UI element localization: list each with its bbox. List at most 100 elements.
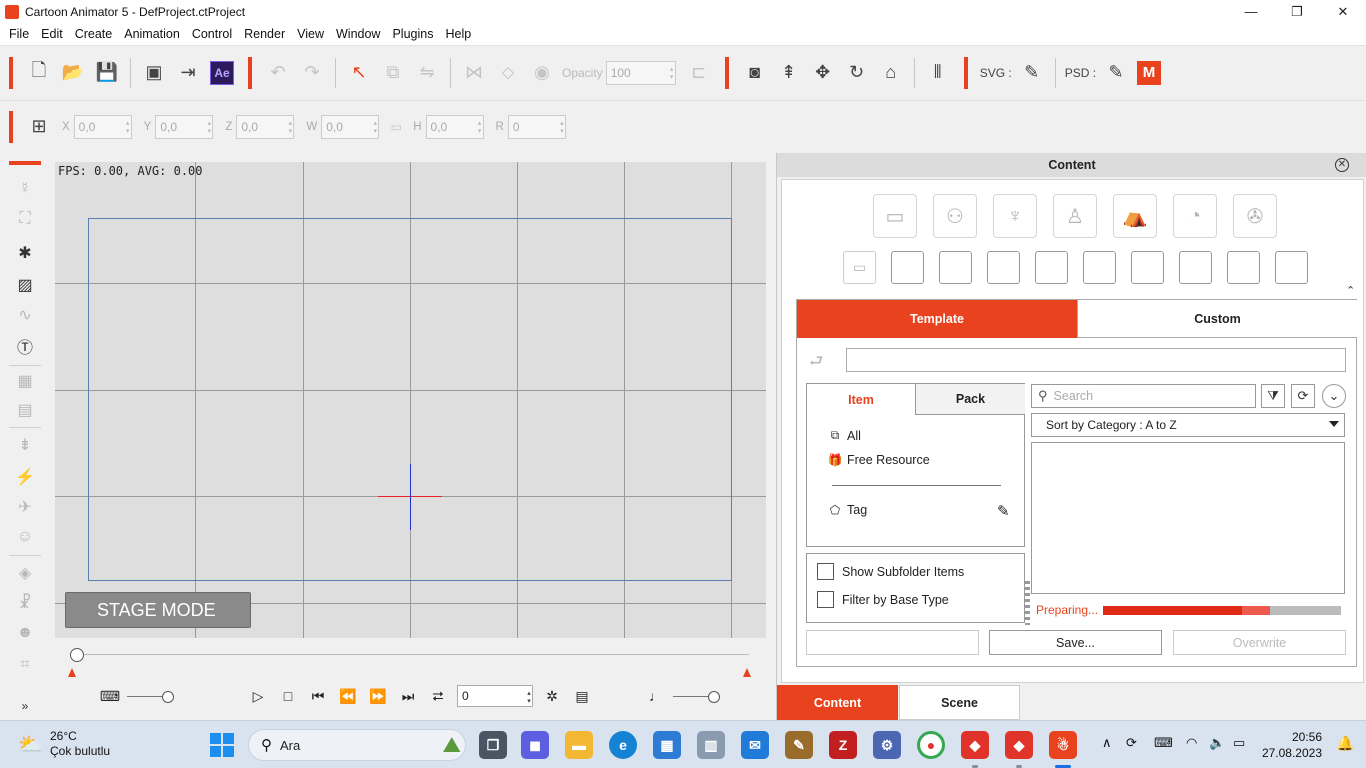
- filter-base-type-option[interactable]: Filter by Base Type: [817, 591, 949, 608]
- svg-edit-icon[interactable]: ✎: [1015, 56, 1049, 90]
- tree-item-free-resource[interactable]: 🎁 Free Resource: [827, 453, 930, 467]
- close-panel-icon[interactable]: ✕: [1335, 158, 1349, 172]
- menu-control[interactable]: Control: [186, 27, 238, 41]
- close-window-button[interactable]: ✕: [1320, 0, 1366, 23]
- subcategory-slot[interactable]: [891, 251, 924, 284]
- results-list[interactable]: [1031, 442, 1345, 594]
- copy-icon[interactable]: ⧉: [376, 56, 410, 90]
- w-input[interactable]: 0,0: [321, 114, 380, 139]
- play-icon[interactable]: ▷: [243, 684, 273, 708]
- h-input[interactable]: 0,0: [425, 114, 484, 139]
- sprite-grid-icon[interactable]: ▦: [12, 369, 38, 393]
- system-clock[interactable]: 20:56 27.08.2023: [1262, 729, 1322, 761]
- new-project-icon[interactable]: 🗋: [22, 56, 56, 90]
- panel-resize-handle[interactable]: [1025, 581, 1030, 625]
- subcategory-slot[interactable]: [1035, 251, 1068, 284]
- move-up-icon[interactable]: ⇞: [772, 56, 806, 90]
- psd-edit-icon[interactable]: ✎: [1099, 56, 1133, 90]
- save-project-icon[interactable]: 💾: [90, 56, 124, 90]
- after-effects-icon[interactable]: Ae: [210, 60, 234, 85]
- minimize-button[interactable]: —: [1228, 0, 1274, 23]
- calculator-icon[interactable]: ▥: [697, 731, 725, 759]
- composer-icon[interactable]: ⛶: [12, 207, 38, 231]
- tab-content[interactable]: Content: [777, 685, 898, 720]
- cartoon-animator-launcher-icon[interactable]: ◆: [961, 731, 989, 759]
- menu-edit[interactable]: Edit: [35, 27, 69, 41]
- tab-scene[interactable]: Scene: [899, 685, 1020, 720]
- actor-category-icon[interactable]: ⚇: [933, 194, 977, 238]
- empty-action-button[interactable]: [806, 630, 979, 655]
- bone-tool-icon[interactable]: ✱: [12, 241, 38, 265]
- weather-widget[interactable]: ⛅ 26°C Çok bulutlu: [18, 729, 110, 759]
- z-input[interactable]: 0,0: [236, 114, 295, 139]
- notification-bell-icon[interactable]: 🔔: [1337, 735, 1354, 752]
- caption-icon[interactable]: ⌨: [95, 684, 125, 708]
- mail-icon[interactable]: ✉: [741, 731, 769, 759]
- start-windows-icon[interactable]: [210, 733, 234, 757]
- next-frame-icon[interactable]: ⏩: [363, 684, 393, 708]
- menu-file[interactable]: File: [3, 27, 35, 41]
- animation-category-icon[interactable]: ♙: [1053, 194, 1097, 238]
- speed-slider[interactable]: [127, 690, 174, 703]
- refresh-icon[interactable]: ⟳: [1291, 384, 1315, 408]
- tab-custom[interactable]: Custom: [1077, 300, 1357, 338]
- open-project-icon[interactable]: 📂: [56, 56, 90, 90]
- overwrite-button[interactable]: Overwrite: [1173, 630, 1346, 655]
- settings-gear-icon[interactable]: ✲: [537, 684, 567, 708]
- chevron-down-icon[interactable]: ⌄: [1322, 384, 1346, 408]
- back-arrow-icon[interactable]: ⮐: [809, 350, 823, 377]
- stop-icon[interactable]: □: [273, 684, 303, 708]
- search-input[interactable]: ⚲ Search: [1031, 384, 1256, 408]
- library-path-field[interactable]: [846, 348, 1346, 372]
- show-subfolder-option[interactable]: Show Subfolder Items: [817, 563, 964, 580]
- crop-icon[interactable]: ⌗: [12, 653, 38, 677]
- menu-window[interactable]: Window: [330, 27, 386, 41]
- filter-base-type-checkbox[interactable]: [817, 591, 834, 608]
- link-icon[interactable]: ⊏: [682, 56, 716, 90]
- expand-more-icon[interactable]: »: [12, 694, 38, 718]
- media-category-icon[interactable]: ✇: [1233, 194, 1277, 238]
- subfolder-icon[interactable]: ▭: [843, 251, 876, 284]
- filezilla-icon[interactable]: Z: [829, 731, 857, 759]
- microsoft-store-icon[interactable]: ▦: [653, 731, 681, 759]
- timeline-track[interactable]: [77, 654, 749, 655]
- keyboard-icon[interactable]: ⌨: [1154, 735, 1173, 751]
- props-category-icon[interactable]: ◔: [1173, 194, 1217, 238]
- filter-icon[interactable]: ⧩: [1261, 384, 1285, 408]
- image-tool-icon[interactable]: ▨: [12, 273, 38, 297]
- previous-frame-icon[interactable]: ⏪: [333, 684, 363, 708]
- sort-dropdown[interactable]: Sort by Category : A to Z: [1031, 413, 1345, 437]
- export-icon[interactable]: ⇥: [171, 56, 205, 90]
- undo-icon[interactable]: ↶: [261, 56, 295, 90]
- rotate-icon[interactable]: ↻: [840, 56, 874, 90]
- align-icon[interactable]: ⬦: [491, 56, 525, 90]
- subcategory-slot[interactable]: [939, 251, 972, 284]
- range-start-marker[interactable]: [68, 668, 76, 677]
- range-end-marker[interactable]: [743, 668, 751, 677]
- subcategory-slot[interactable]: [1275, 251, 1308, 284]
- folder-category-icon[interactable]: ▭: [873, 194, 917, 238]
- tree-item-tag[interactable]: ⬠ Tag: [827, 503, 867, 517]
- motion-tool-icon[interactable]: ⚡: [12, 465, 38, 489]
- first-frame-icon[interactable]: ⏮: [303, 684, 333, 708]
- loop-icon[interactable]: ⮂: [423, 684, 453, 708]
- audio-wave-icon[interactable]: ∿: [12, 303, 38, 327]
- lock-ratio-icon[interactable]: ▭: [385, 110, 407, 144]
- move-icon[interactable]: ✥: [806, 56, 840, 90]
- menu-view[interactable]: View: [291, 27, 330, 41]
- home-icon[interactable]: ⌂: [874, 56, 908, 90]
- subcategory-slot[interactable]: [1131, 251, 1164, 284]
- last-frame-icon[interactable]: ⏭: [393, 684, 423, 708]
- y-input[interactable]: 0,0: [155, 114, 214, 139]
- volume-slider[interactable]: [673, 690, 720, 703]
- text-tool-icon[interactable]: Ⓣ: [12, 334, 38, 358]
- replace-icon[interactable]: ⇋: [410, 56, 444, 90]
- subcategory-slot[interactable]: [1083, 251, 1116, 284]
- props-icon[interactable]: ◈: [12, 561, 38, 585]
- camera-icon[interactable]: ◙: [738, 56, 772, 90]
- opacity-input[interactable]: 100: [605, 60, 676, 85]
- cartoon-animator-5-icon[interactable]: ☃: [1049, 731, 1077, 759]
- puppet-tool-icon[interactable]: ✈: [12, 495, 38, 519]
- x-input[interactable]: 0,0: [73, 114, 132, 139]
- sync-icon[interactable]: ⟳: [1126, 735, 1137, 751]
